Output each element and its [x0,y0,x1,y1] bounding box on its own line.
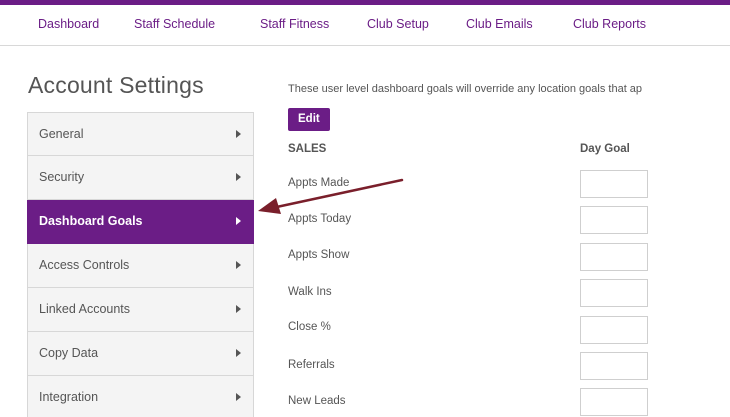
goal-label-walk-ins: Walk Ins [288,286,332,298]
chevron-right-icon [236,261,241,269]
day-goal-input-appts-made[interactable] [580,170,648,198]
chevron-right-icon [236,173,241,181]
goal-label-referrals: Referrals [288,359,335,371]
goals-intro-text: These user level dashboard goals will ov… [288,83,643,95]
day-goal-column-header: Day Goal [580,143,630,155]
day-goal-input-walk-ins[interactable] [580,279,648,307]
chevron-right-icon [236,349,241,357]
sidebar-item-security[interactable]: Security [27,156,254,200]
chevron-right-icon [236,393,241,401]
nav-club-setup[interactable]: Club Setup [367,17,429,31]
top-nav: Dashboard Staff Schedule Staff Fitness C… [0,0,730,46]
nav-dashboard[interactable]: Dashboard [38,17,99,31]
goal-label-appts-made: Appts Made [288,177,350,189]
goal-label-close-pct: Close % [288,321,331,333]
goal-label-appts-show: Appts Show [288,249,350,261]
sidebar-item-label: Security [39,170,85,184]
chevron-right-icon [236,305,241,313]
nav-club-emails[interactable]: Club Emails [466,17,533,31]
nav-staff-schedule[interactable]: Staff Schedule [134,17,215,31]
edit-button[interactable]: Edit [288,108,330,131]
goal-label-appts-today: Appts Today [288,213,352,225]
sidebar-item-label: Copy Data [39,346,99,360]
sidebar-item-integration[interactable]: Integration [27,376,254,417]
day-goal-input-appts-show[interactable] [580,243,648,271]
sidebar-item-label: General [39,127,84,141]
chevron-right-icon [236,130,241,138]
goal-label-new-leads: New Leads [288,395,346,407]
sidebar-item-label: Integration [39,390,99,404]
sidebar-item-copy-data[interactable]: Copy Data [27,332,254,376]
day-goal-input-close-pct[interactable] [580,316,648,344]
nav-club-reports[interactable]: Club Reports [573,17,646,31]
nav-staff-fitness[interactable]: Staff Fitness [260,17,329,31]
sidebar-item-general[interactable]: General [27,112,254,156]
sidebar-item-label: Dashboard Goals [39,214,143,228]
sidebar-item-label: Access Controls [39,258,130,272]
sidebar-item-linked-accounts[interactable]: Linked Accounts [27,288,254,332]
day-goal-input-referrals[interactable] [580,352,648,380]
page-title: Account Settings [28,72,204,98]
sales-section-header: SALES [288,143,327,155]
sidebar-item-access-controls[interactable]: Access Controls [27,244,254,288]
day-goal-input-new-leads[interactable] [580,388,648,416]
sidebar-item-dashboard-goals[interactable]: Dashboard Goals [27,200,254,244]
chevron-right-icon [236,217,241,225]
day-goal-input-appts-today[interactable] [580,206,648,234]
settings-sidebar: General Security Dashboard Goals Access … [27,112,254,417]
sidebar-item-label: Linked Accounts [39,302,131,316]
